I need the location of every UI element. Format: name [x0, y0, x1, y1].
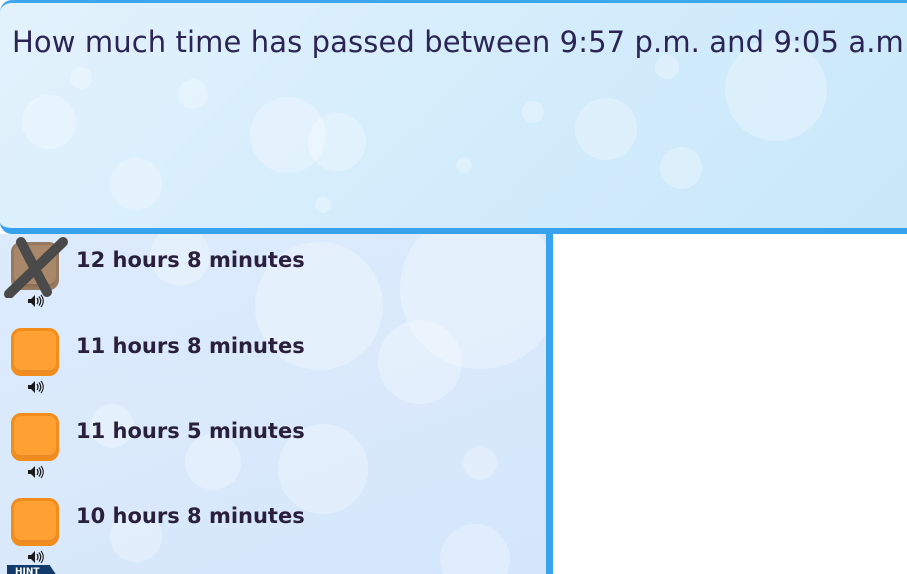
choice-label: 12 hours 8 minutes — [76, 248, 305, 272]
choice-checkbox[interactable] — [11, 498, 59, 546]
answers-panel: 12 hours 8 minutes 11 hours 8 minutes 11… — [0, 234, 546, 574]
work-area — [553, 234, 907, 574]
choice-label: 11 hours 8 minutes — [76, 334, 305, 358]
panel-divider — [546, 234, 553, 574]
question-panel: How much time has passed between 9:57 p.… — [0, 0, 907, 234]
decor-bubble — [22, 95, 76, 149]
speaker-icon[interactable] — [27, 294, 45, 308]
decor-bubble — [110, 158, 162, 210]
choice-label: 11 hours 5 minutes — [76, 419, 305, 443]
decor-bubble — [308, 113, 366, 171]
speaker-icon[interactable] — [27, 465, 45, 479]
speaker-icon[interactable] — [27, 550, 45, 564]
decor-bubble — [522, 101, 544, 123]
choice-checkbox[interactable] — [11, 413, 59, 461]
quiz-stage: How much time has passed between 9:57 p.… — [0, 0, 907, 574]
decor-bubble — [250, 97, 326, 173]
decor-bubble — [456, 157, 472, 173]
decor-bubble — [660, 147, 702, 189]
choice-checkbox[interactable] — [11, 328, 59, 376]
decor-bubble — [315, 197, 331, 213]
answer-choice-2[interactable]: 11 hours 8 minutes — [10, 320, 530, 394]
decor-bubble — [178, 79, 208, 109]
speaker-icon[interactable] — [27, 380, 45, 394]
question-text: How much time has passed between 9:57 p.… — [12, 25, 907, 59]
answer-choice-3[interactable]: 11 hours 5 minutes — [10, 405, 530, 479]
decor-bubble — [70, 67, 92, 89]
x-mark-icon — [4, 237, 68, 298]
answer-choice-4[interactable]: 10 hours 8 minutes — [10, 490, 530, 564]
choice-label: 10 hours 8 minutes — [76, 504, 305, 528]
decor-bubble — [575, 98, 637, 160]
answer-choice-1[interactable]: 12 hours 8 minutes — [4, 234, 530, 308]
